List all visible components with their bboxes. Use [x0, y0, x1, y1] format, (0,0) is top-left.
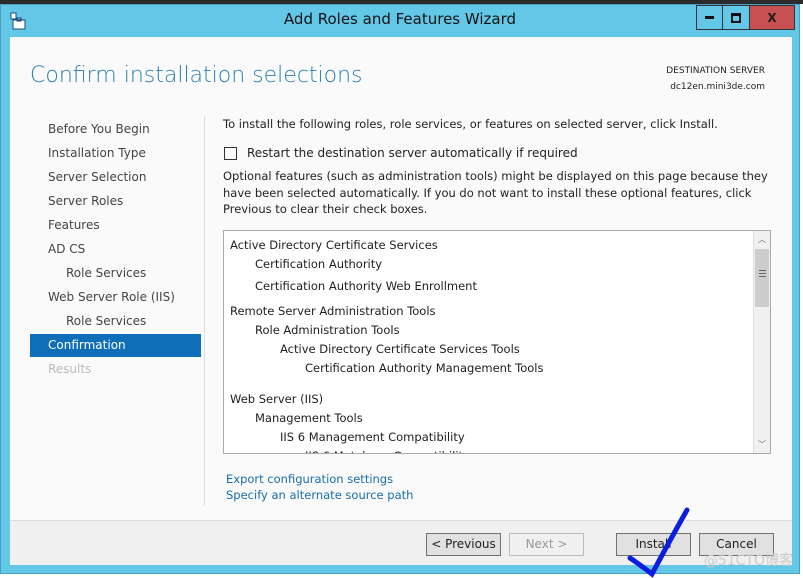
previous-button[interactable]: < Previous	[426, 533, 501, 556]
destination-server: DESTINATION SERVER dc12en.mini3de.com	[666, 63, 765, 95]
maximize-icon	[731, 12, 741, 23]
nav-item[interactable]: AD CS	[30, 238, 201, 261]
selection-item: Management Tools	[255, 411, 363, 425]
selection-item: Role Administration Tools	[255, 323, 400, 337]
selections-list: Active Directory Certificate Services Cer…	[223, 230, 771, 454]
selection-item: Web Server (IIS)	[230, 392, 324, 406]
nav-item[interactable]: Web Server Role (IIS)	[30, 286, 201, 309]
selection-item: Certification Authority Web Enrollment	[255, 279, 477, 293]
export-config-link[interactable]: Export configuration settings	[226, 472, 393, 486]
page-title: Confirm installation selections	[30, 63, 363, 88]
minimize-button[interactable]	[696, 5, 723, 30]
restart-checkbox[interactable]	[224, 147, 237, 160]
nav-item: Results	[48, 362, 92, 376]
selection-item: Active Directory Certificate Services	[230, 238, 438, 252]
nav-item[interactable]: Features	[30, 214, 201, 237]
close-icon: X	[767, 10, 777, 25]
window-title: Add Roles and Features Wizard	[283, 10, 517, 28]
next-button[interactable]: Next >	[509, 533, 584, 556]
destination-server-name: dc12en.mini3de.com	[670, 82, 765, 92]
maximize-button[interactable]	[722, 5, 750, 30]
destination-label: DESTINATION SERVER	[666, 66, 765, 76]
alternate-source-link[interactable]: Specify an alternate source path	[226, 488, 413, 502]
selection-item: Remote Server Administration Tools	[230, 304, 436, 318]
divider	[204, 116, 205, 506]
watermark: @51CTO博客	[703, 553, 793, 569]
checkmark-annotation	[627, 507, 690, 578]
scroll-up-icon[interactable]: ︿	[758, 234, 766, 245]
nav-item[interactable]: Server Roles	[30, 190, 201, 213]
nav-item[interactable]: Server Selection	[30, 166, 201, 189]
nav-item[interactable]: Installation Type	[30, 142, 201, 165]
scrollbar-thumb[interactable]	[755, 249, 769, 307]
scroll-down-icon[interactable]: ﹀	[758, 439, 766, 450]
selection-item: IIS 6 Metabase Compatibility	[305, 449, 470, 453]
nav-item[interactable]: Role Services	[30, 262, 201, 285]
selection-item: IIS 6 Management Compatibility	[280, 430, 465, 444]
close-button[interactable]: X	[749, 5, 795, 30]
selection-item: Certification Authority Management Tools	[305, 361, 544, 375]
intro-text: To install the following roles, role ser…	[223, 117, 718, 131]
selection-item: Active Directory Certificate Services To…	[280, 342, 520, 356]
nav-item[interactable]: Confirmation	[30, 334, 201, 357]
nav-item[interactable]: Before You Begin	[30, 118, 201, 141]
restart-label[interactable]: Restart the destination server automatic…	[247, 146, 578, 160]
selection-item: Certification Authority	[255, 257, 383, 271]
scrollbar[interactable]: ︿ ﹀	[753, 231, 770, 453]
nav-item[interactable]: Role Services	[30, 310, 201, 333]
optional-note: Optional features (such as administratio…	[223, 169, 768, 216]
minimize-icon	[705, 16, 714, 19]
